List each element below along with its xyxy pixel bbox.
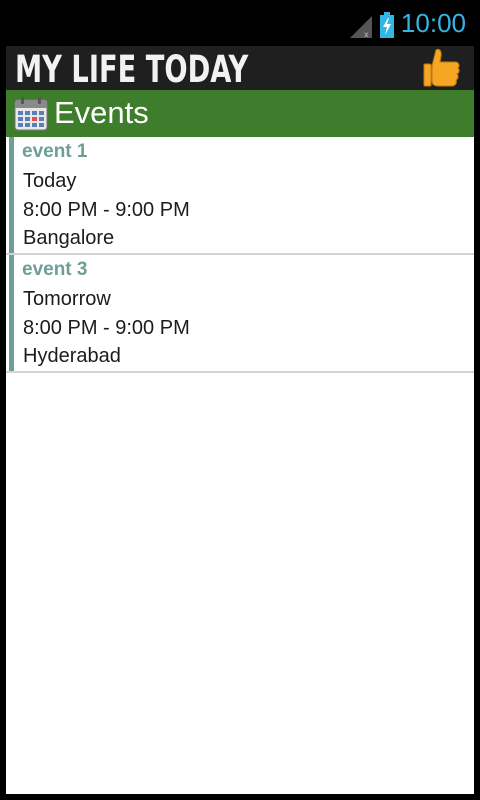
section-title: Events bbox=[54, 95, 149, 130]
event-item[interactable]: event 3 Tomorrow 8:00 PM - 9:00 PM Hyder… bbox=[6, 255, 474, 373]
event-accent-bar bbox=[9, 137, 14, 253]
app-title: MY LIFE TODAY bbox=[15, 48, 249, 91]
events-list: event 1 Today 8:00 PM - 9:00 PM Bangalor… bbox=[6, 137, 474, 373]
event-day: Tomorrow bbox=[23, 288, 111, 310]
event-day: Today bbox=[23, 170, 77, 192]
event-location: Hyderabad bbox=[23, 345, 121, 367]
event-location: Bangalore bbox=[23, 227, 115, 249]
event-item[interactable]: event 1 Today 8:00 PM - 9:00 PM Bangalor… bbox=[6, 137, 474, 255]
events-section-header: Events bbox=[6, 90, 474, 137]
event-title: event 3 bbox=[22, 259, 88, 280]
signal-icon: x bbox=[350, 16, 372, 38]
event-title: event 1 bbox=[22, 141, 88, 162]
battery-charging-icon bbox=[380, 12, 394, 38]
app-window: MY LIFE TODAY Events event 1 Today 8:00 … bbox=[6, 46, 474, 794]
thumbs-up-icon[interactable] bbox=[422, 48, 462, 88]
status-bar: x 10:00 bbox=[0, 0, 480, 46]
event-time: 8:00 PM - 9:00 PM bbox=[23, 317, 190, 339]
svg-text:x: x bbox=[364, 30, 369, 38]
event-accent-bar bbox=[9, 255, 14, 371]
calendar-icon bbox=[14, 97, 48, 131]
clock: 10:00 bbox=[400, 8, 466, 38]
app-bar: MY LIFE TODAY bbox=[6, 46, 474, 91]
event-time: 8:00 PM - 9:00 PM bbox=[23, 199, 190, 221]
